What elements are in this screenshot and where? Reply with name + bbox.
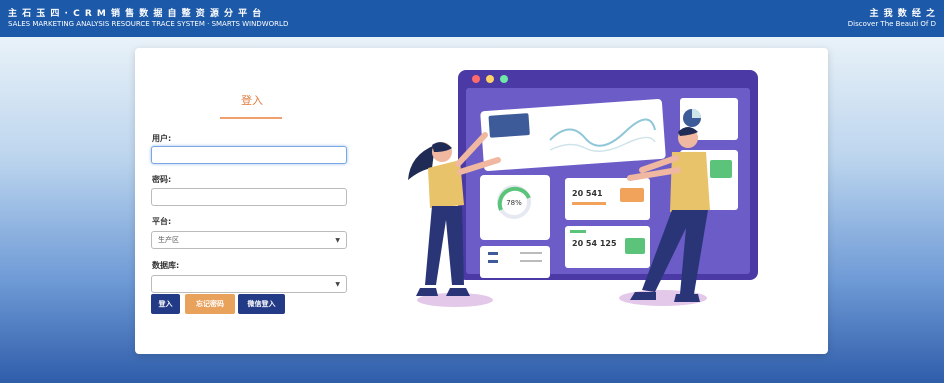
window-dot-green [500,75,508,83]
chevron-down-icon: ▼ [335,236,340,244]
header-right-subtitle: Discover The Beauti Of D [847,20,936,28]
stat-badge-orange [620,188,644,202]
platform-select[interactable]: 生产区 ▼ [151,231,347,249]
title-underline [220,117,282,119]
database-select[interactable]: ▼ [151,275,347,293]
dashboard-illustration: 78% 20 541 20 54 125 [408,70,758,307]
list-line [520,252,542,254]
app-subtitle: SALES MARKETING ANALYSIS RESOURCE TRACE … [8,20,289,28]
login-title: 登入 [241,94,263,107]
user-input[interactable] [151,146,347,164]
database-label: 数据库: [152,261,180,270]
window-dot-red [472,75,480,83]
chevron-down-icon: ▼ [335,280,340,288]
stat-bar [572,202,606,205]
platform-label: 平台: [152,217,172,226]
stat-badge-green [625,238,645,254]
gauge-value: 78% [506,199,522,207]
platform-selected-value: 生产区 [158,236,179,244]
panel-block [488,113,530,138]
login-button[interactable]: 登入 [151,294,180,314]
stat-value-1: 20 541 [572,189,603,198]
list-line [520,260,542,262]
reset-password-button[interactable]: 忘记密码 [185,294,235,314]
window-dot-yellow [486,75,494,83]
wechat-login-button[interactable]: 微信登入 [238,294,285,314]
password-input[interactable] [151,188,347,206]
stat-value-2: 20 54 125 [572,239,617,248]
header-right-title: 主 我 数 经 之 [869,9,936,19]
app-title: 主 石 玉 四 · C R M 销 售 数 据 自 整 资 源 分 平 台 [8,9,263,19]
user-label: 用户: [152,134,172,143]
header-bar: 主 石 玉 四 · C R M 销 售 数 据 自 整 资 源 分 平 台 SA… [0,0,944,37]
stat-tag-green [570,230,586,233]
calendar-badge [710,160,732,178]
list-line [488,260,498,263]
list-line [488,252,498,255]
gauge-card [480,175,550,240]
password-label: 密码: [152,175,172,184]
